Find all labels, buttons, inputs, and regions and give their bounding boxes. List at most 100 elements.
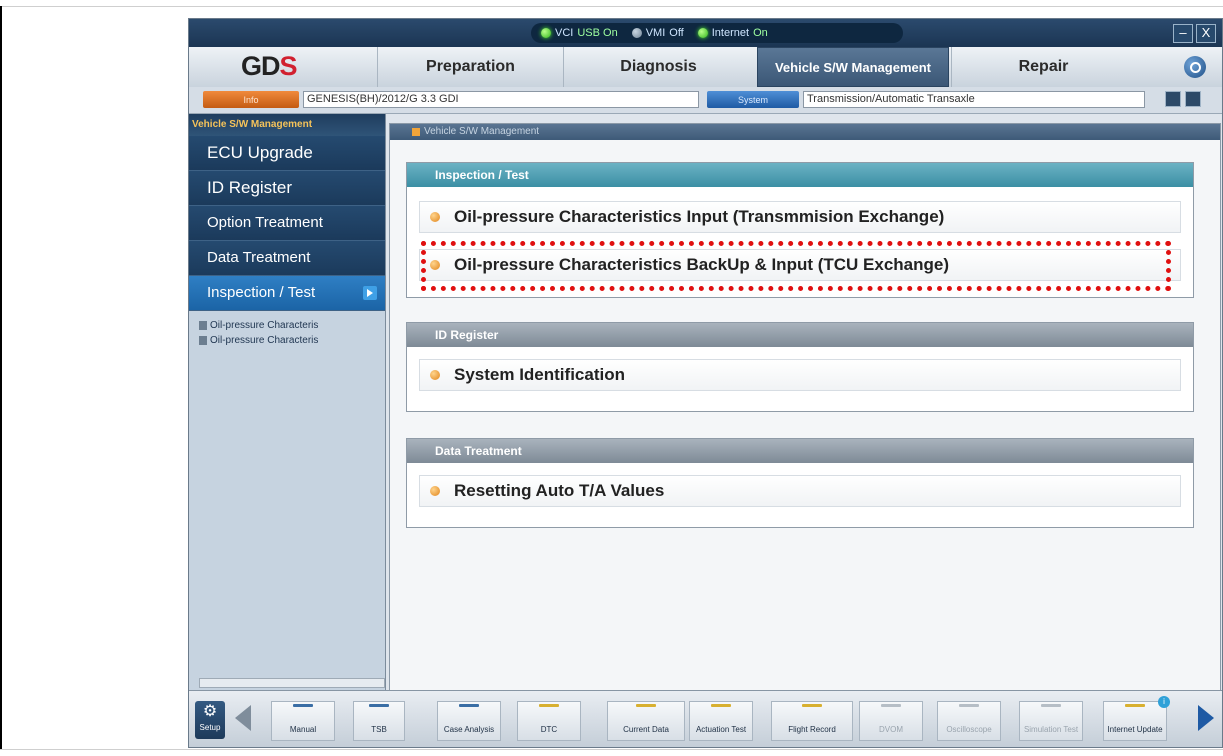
- scroll-right-arrow-icon[interactable]: [1198, 705, 1214, 731]
- sidebar-item-option-treatment[interactable]: Option Treatment: [189, 206, 385, 241]
- status-internet: Internet On: [697, 27, 768, 39]
- grid-icon[interactable]: [1185, 91, 1201, 107]
- sidebar-item-label: Inspection / Test: [207, 284, 316, 301]
- sidebar-item-ecu-upgrade[interactable]: ECU Upgrade: [189, 136, 385, 171]
- system-field: Transmission/Automatic Transaxle: [803, 91, 1145, 108]
- menu-item-resetting-auto-ta[interactable]: Resetting Auto T/A Values: [419, 475, 1181, 507]
- status-bar: VCI USB On VMI Off Internet On – X: [189, 19, 1222, 47]
- vmi-label: VMI: [645, 27, 666, 39]
- tab-diagnosis[interactable]: Diagnosis: [563, 47, 753, 87]
- dvom-icon: [881, 704, 901, 707]
- tab-vehicle-sw-management[interactable]: Vehicle S/W Management: [757, 47, 949, 87]
- vmi-value: Off: [669, 27, 684, 39]
- status-vci: VCI USB On: [541, 27, 618, 39]
- internet-led-icon: [697, 28, 708, 38]
- system-button[interactable]: System: [707, 91, 799, 108]
- tool-simulation-test[interactable]: Simulation Test: [1019, 701, 1083, 741]
- sidebar-scrollbar[interactable]: [199, 678, 385, 688]
- tool-label: TSB: [371, 725, 387, 734]
- sidebar-item-inspection-test[interactable]: Inspection / Test: [189, 276, 385, 311]
- vci-value: USB On: [577, 27, 618, 39]
- tool-actuation-test[interactable]: Actuation Test: [689, 701, 753, 741]
- section-data-treatment: Data Treatment Resetting Auto T/A Values: [406, 438, 1194, 528]
- gds-window: VCI USB On VMI Off Internet On – X GDS P…: [188, 18, 1223, 748]
- sidebar-item-id-register[interactable]: ID Register: [189, 171, 385, 206]
- case-analysis-icon: [459, 704, 479, 707]
- section-inspection-test: Inspection / Test Oil-pressure Character…: [406, 162, 1194, 298]
- flight-record-icon: [802, 704, 822, 707]
- bottom-toolbar: ⚙ Setup Manual TSB Case Analysis DTC Cur…: [189, 690, 1222, 747]
- scroll-left-arrow-icon[interactable]: [235, 705, 251, 731]
- highlight-annotation-box: [421, 241, 1171, 291]
- tree-item[interactable]: Oil-pressure Characteris: [189, 334, 385, 347]
- close-button[interactable]: X: [1196, 24, 1216, 43]
- internet-value: On: [753, 27, 768, 39]
- setup-label: Setup: [199, 723, 221, 732]
- current-data-icon: [636, 704, 656, 707]
- tool-label: Simulation Test: [1023, 725, 1079, 734]
- menu-item-oil-pressure-input[interactable]: Oil-pressure Characteristics Input (Tran…: [419, 201, 1181, 233]
- tab-repair[interactable]: Repair: [951, 47, 1135, 87]
- bullet-icon: [430, 370, 440, 380]
- sidebar-header: Vehicle S/W Management: [189, 114, 385, 136]
- tree-item[interactable]: Oil-pressure Characteris: [189, 319, 385, 332]
- vehicle-field: GENESIS(BH)/2012/G 3.3 GDI: [303, 91, 699, 108]
- section-header: ID Register: [407, 323, 1193, 347]
- main-nav: GDS Preparation Diagnosis Vehicle S/W Ma…: [189, 47, 1222, 88]
- section-header: Data Treatment: [407, 439, 1193, 463]
- internet-update-icon: [1125, 704, 1145, 707]
- tool-label: Actuation Test: [695, 725, 747, 734]
- tsb-icon: [369, 704, 389, 707]
- frame-bottom-line: [0, 749, 1223, 750]
- tool-label: DVOM: [879, 725, 903, 734]
- internet-label: Internet: [711, 27, 750, 39]
- sidebar-item-data-treatment[interactable]: Data Treatment: [189, 241, 385, 276]
- wrench-icon: ⚙: [202, 703, 218, 720]
- print-icon[interactable]: [1165, 91, 1181, 107]
- minimize-button[interactable]: –: [1173, 24, 1193, 43]
- frame-top-line: [0, 6, 1223, 7]
- setup-button[interactable]: ⚙ Setup: [195, 701, 225, 739]
- document-icon: [199, 321, 207, 330]
- tool-dvom[interactable]: DVOM: [859, 701, 923, 741]
- tool-internet-update[interactable]: i Internet Update: [1103, 696, 1170, 741]
- info-button[interactable]: Info: [203, 91, 299, 108]
- info-icon: i: [1158, 696, 1170, 708]
- tool-label: Internet Update: [1107, 725, 1163, 734]
- frame-left-line: [0, 6, 2, 750]
- bullet-icon: [430, 212, 440, 222]
- tool-current-data[interactable]: Current Data: [607, 701, 685, 741]
- panel-title-icon: [412, 128, 420, 136]
- tool-flight-record[interactable]: Flight Record: [771, 701, 853, 741]
- main-panel-title: Vehicle S/W Management: [390, 124, 1220, 140]
- tool-manual[interactable]: Manual: [271, 701, 335, 741]
- tool-dtc[interactable]: DTC: [517, 701, 581, 741]
- search-icon[interactable]: [1184, 56, 1206, 78]
- tool-tsb[interactable]: TSB: [353, 701, 405, 741]
- manual-icon: [293, 704, 313, 707]
- menu-item-label: System Identification: [454, 365, 625, 384]
- tool-label: Oscilloscope: [946, 725, 992, 734]
- status-vmi: VMI Off: [631, 27, 684, 39]
- window-controls: – X: [1173, 24, 1216, 43]
- dtc-icon: [539, 704, 559, 707]
- main-title-text: Vehicle S/W Management: [424, 126, 540, 137]
- document-icon: [199, 336, 207, 345]
- gds-logo: GDS: [241, 51, 298, 81]
- menu-item-label: Resetting Auto T/A Values: [454, 481, 665, 500]
- bullet-icon: [430, 486, 440, 496]
- tree-item-label: Oil-pressure Characteris: [210, 335, 319, 346]
- tool-oscilloscope[interactable]: Oscilloscope: [937, 701, 1001, 741]
- tool-label: DTC: [540, 725, 558, 734]
- tool-label: Current Data: [623, 725, 669, 734]
- tool-case-analysis[interactable]: Case Analysis: [437, 701, 501, 741]
- menu-item-system-identification[interactable]: System Identification: [419, 359, 1181, 391]
- tool-label: Flight Record: [788, 725, 836, 734]
- main-panel: Vehicle S/W Management Inspection / Test…: [389, 123, 1221, 691]
- chevron-right-icon: [363, 286, 377, 300]
- vci-led-icon: [541, 28, 551, 38]
- tool-label: Manual: [289, 725, 317, 734]
- oscilloscope-icon: [959, 704, 979, 707]
- vci-label: VCI: [555, 27, 574, 39]
- tab-preparation[interactable]: Preparation: [377, 47, 563, 87]
